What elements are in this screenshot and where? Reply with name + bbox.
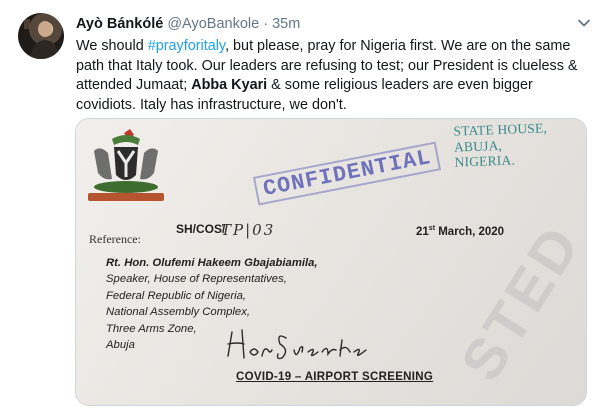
letter-document: STATE HOUSE, ABUJA, NIGERIA. CONFIDENTIA… bbox=[76, 119, 586, 405]
addressee-line: Federal Republic of Nigeria, bbox=[106, 289, 247, 302]
confidential-stamp: CONFIDENTIAL bbox=[252, 141, 442, 206]
date-rest: March, 2020 bbox=[435, 225, 505, 238]
watermark-text: STED bbox=[448, 212, 587, 393]
letter-date: 21st March, 2020 bbox=[416, 225, 504, 238]
addressee-line: Rt. Hon. Olufemi Hakeem Gbajabiamila, bbox=[106, 257, 318, 269]
reference-code: SH/COS/ bbox=[176, 222, 226, 236]
addressee-line: Speaker, House of Representatives, bbox=[106, 273, 287, 286]
reference-handwritten: TP|03 bbox=[221, 221, 276, 239]
handwritten-signature bbox=[224, 326, 374, 366]
state-house-heading: STATE HOUSE, ABUJA, NIGERIA. bbox=[453, 120, 548, 170]
date-day: 21 bbox=[416, 225, 429, 238]
reference-label: Reference: bbox=[89, 232, 141, 246]
state-house-line: NIGERIA. bbox=[454, 152, 516, 170]
addressee-line: National Assembly Complex, bbox=[106, 306, 250, 319]
tweet-text: We should #prayforitaly, but please, pra… bbox=[76, 37, 588, 115]
hashtag-link[interactable]: #prayforitaly bbox=[148, 38, 225, 54]
avatar[interactable] bbox=[18, 13, 64, 59]
tweet-media-image[interactable]: STATE HOUSE, ABUJA, NIGERIA. CONFIDENTIA… bbox=[75, 118, 587, 406]
bold-mention: Abba Kyari bbox=[191, 77, 268, 94]
tweet-header: Ayò Bánkólé @AyoBankole · 35m bbox=[76, 15, 300, 33]
author-name[interactable]: Ayò Bánkólé bbox=[76, 16, 163, 32]
tweet-timestamp[interactable]: 35m bbox=[272, 16, 300, 32]
tweet-text-part: We should bbox=[76, 38, 148, 54]
chevron-down-icon[interactable] bbox=[575, 14, 593, 32]
author-handle[interactable]: @AyoBankole bbox=[167, 16, 259, 32]
state-house-line: STATE HOUSE, bbox=[453, 120, 548, 139]
separator-dot: · bbox=[263, 16, 269, 32]
coat-of-arms-icon bbox=[82, 127, 170, 209]
letter-subject: COVID-19 – AIRPORT SCREENING bbox=[236, 371, 434, 383]
tweet: Ayò Bánkólé @AyoBankole · 35m We should … bbox=[0, 0, 609, 415]
